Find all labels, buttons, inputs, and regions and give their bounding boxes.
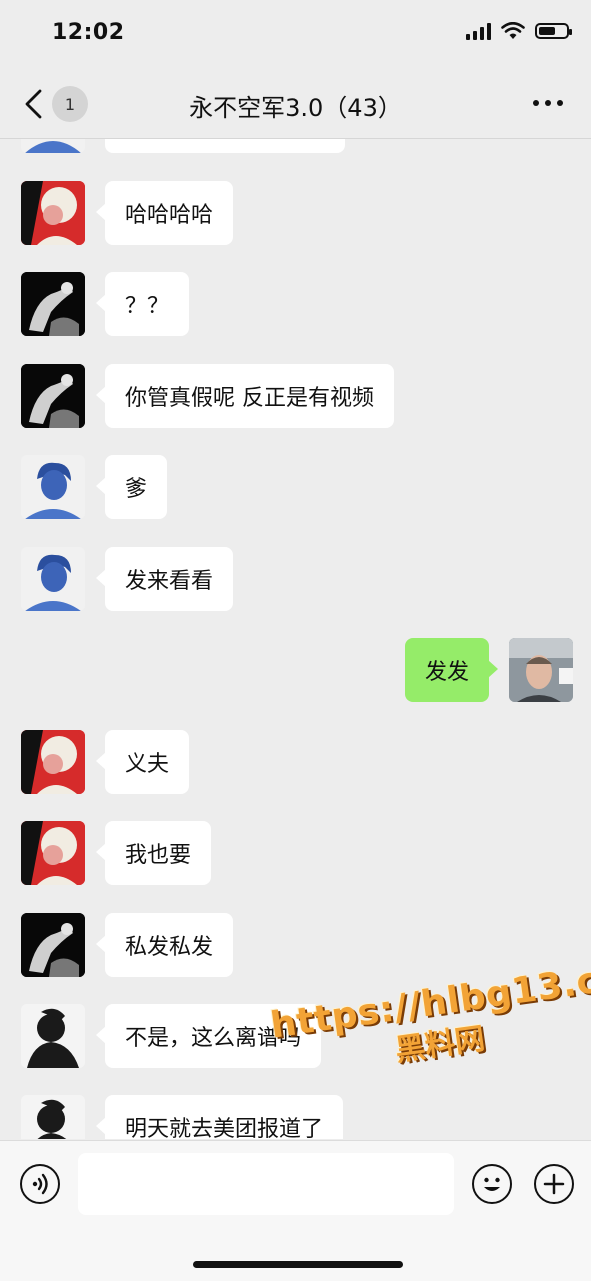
message-bubble[interactable]: 私发私发 — [95, 913, 234, 977]
emoji-icon[interactable] — [472, 1164, 512, 1204]
avatar-red-white-hair[interactable] — [21, 181, 85, 245]
cellular-signal-icon — [466, 22, 491, 40]
avatar-dark-figure[interactable] — [21, 913, 85, 977]
avatar-dark-figure[interactable] — [21, 272, 85, 336]
message-bubble[interactable]: 我也要 — [95, 821, 212, 885]
message-row: 哈哈哈哈 — [0, 181, 591, 245]
message-bubble[interactable]: 哈哈哈哈 — [95, 181, 234, 245]
wifi-icon — [501, 22, 525, 39]
message-row: 私发私发 — [0, 913, 591, 977]
message-bubble[interactable]: 爹 — [95, 455, 168, 519]
avatar-blue-sketch[interactable] — [21, 139, 85, 153]
message-bubble[interactable]: 义夫 — [95, 730, 190, 794]
message-bubble[interactable]: 明天就去美团报道了 — [95, 1095, 344, 1139]
message-bubble[interactable]: 你管真假呢 反正是有视频 — [96, 364, 394, 428]
message-bubble[interactable]: 发发 — [404, 638, 499, 702]
message-list[interactable]: 哈哈哈哈 ？？ 你管真假呢 反正是有视频 爹 发来看看 发发 义夫 我也要 私发… — [0, 139, 591, 1139]
message-row: 你管真假呢 反正是有视频 — [0, 364, 591, 428]
avatar-red-white-hair[interactable] — [21, 730, 85, 794]
message-row: 发发 — [0, 638, 591, 702]
battery-icon — [535, 23, 572, 39]
message-row — [0, 139, 591, 153]
avatar-silhouette[interactable] — [21, 1095, 85, 1139]
voice-icon[interactable] — [20, 1164, 60, 1204]
message-row: 爹 — [0, 455, 591, 519]
status-icons — [466, 22, 572, 40]
avatar-silhouette[interactable] — [21, 1004, 85, 1068]
message-row: 发来看看 — [0, 547, 591, 611]
input-bar — [0, 1140, 591, 1281]
message-bubble[interactable] — [105, 139, 345, 153]
chat-title: 永不空军3.0（43） — [189, 94, 402, 122]
message-input[interactable] — [78, 1153, 454, 1215]
chat-header: 1 永不空军3.0（43） — [0, 70, 591, 139]
message-bubble[interactable]: 发来看看 — [95, 547, 234, 611]
avatar-blue-sketch[interactable] — [21, 547, 85, 611]
avatar-dark-figure[interactable] — [21, 364, 85, 428]
avatar-photo-man[interactable] — [509, 638, 573, 702]
message-row: 我也要 — [0, 821, 591, 885]
message-bubble[interactable]: ？？ — [95, 272, 190, 336]
message-row: 不是，这么离谱吗 — [0, 1004, 591, 1068]
avatar-red-white-hair[interactable] — [21, 821, 85, 885]
battery-level — [539, 27, 555, 35]
message-row: 明天就去美团报道了 — [0, 1095, 591, 1139]
message-bubble[interactable]: 不是，这么离谱吗 — [95, 1004, 322, 1068]
home-indicator[interactable] — [193, 1261, 403, 1268]
message-row: 义夫 — [0, 730, 591, 794]
avatar-blue-sketch[interactable] — [21, 455, 85, 519]
plus-icon[interactable] — [534, 1164, 574, 1204]
status-bar: 12:02 — [0, 0, 591, 70]
more-icon[interactable] — [533, 100, 563, 106]
status-time: 12:02 — [52, 20, 125, 45]
message-row: ？？ — [0, 272, 591, 336]
